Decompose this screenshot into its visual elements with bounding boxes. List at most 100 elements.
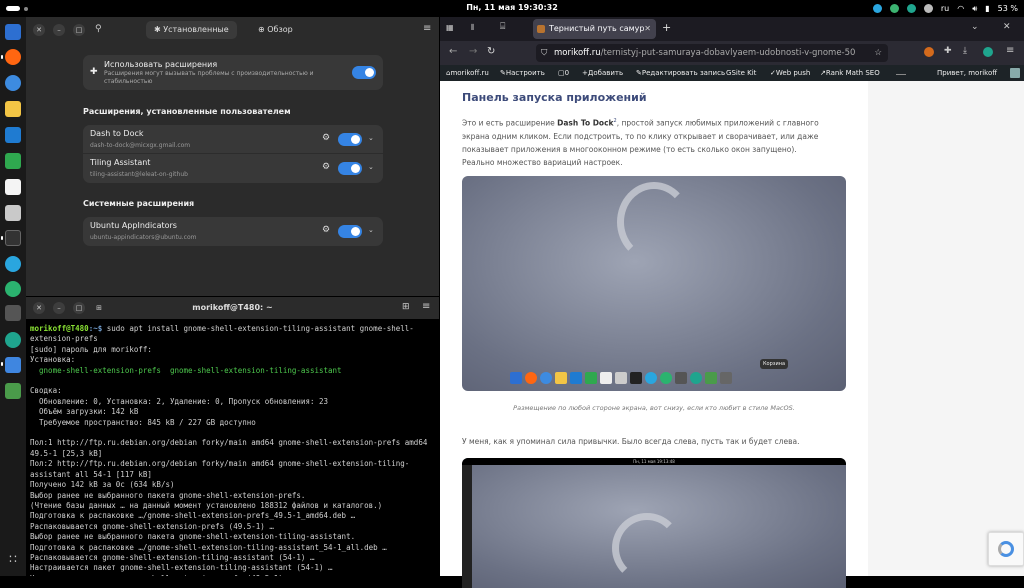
wp-edit-post[interactable]: ✎ Редактировать запись bbox=[636, 65, 725, 81]
firefox-window: ▦ ⫴ ⌸ Тернистый путь самур ✕ + ⌄ ✕ ← → ↻ … bbox=[440, 17, 1024, 588]
chromium-icon[interactable] bbox=[5, 75, 21, 91]
new-tab-button[interactable]: + bbox=[662, 21, 671, 34]
app-icon[interactable] bbox=[5, 332, 21, 348]
extensions-headerbar: ✕ – □ ⚲ ✱ Установленные ⊕ Обзор ≡ bbox=[26, 17, 439, 43]
extension-toggle[interactable] bbox=[338, 225, 362, 238]
calculator-icon[interactable] bbox=[5, 205, 21, 221]
extension-id: dash-to-dock@micxgx.gmail.com bbox=[90, 142, 191, 149]
battery-icon[interactable]: ▮ bbox=[985, 4, 989, 13]
wp-add-new[interactable]: + Добавить bbox=[582, 65, 623, 81]
debian-swirl bbox=[612, 513, 682, 583]
search-icon[interactable]: ⚲ bbox=[95, 24, 102, 34]
debian-swirl bbox=[617, 182, 691, 262]
firefox-icon[interactable] bbox=[5, 49, 21, 65]
chevron-down-icon[interactable]: ⌄ bbox=[368, 134, 374, 142]
clock[interactable]: Пн, 11 мая 19:30:32 bbox=[0, 3, 1024, 12]
extensions-icon[interactable]: ⌸ bbox=[500, 22, 505, 32]
chevron-down-icon[interactable]: ⌄ bbox=[368, 163, 374, 171]
terminal-text: [sudo] пароль для morikoff: Установка: bbox=[30, 344, 152, 365]
use-extensions-subtitle: Расширения могут вызывать проблемы с про… bbox=[104, 70, 314, 85]
tabs-dropdown-icon[interactable]: ⌄ bbox=[971, 22, 979, 32]
tiling-icon[interactable] bbox=[5, 305, 21, 321]
url-bar[interactable]: ⛉ morikoff.ru/ternistyj-put-samuraya-doba… bbox=[536, 44, 888, 62]
tooltip: Корзина bbox=[760, 359, 789, 369]
menu-icon[interactable]: ≡ bbox=[422, 301, 430, 312]
mail-icon[interactable] bbox=[5, 101, 21, 117]
wp-avatar[interactable] bbox=[1010, 68, 1020, 78]
chevron-down-icon[interactable]: ⌄ bbox=[368, 226, 374, 234]
extension-toggle[interactable] bbox=[338, 133, 362, 146]
maximize-button[interactable]: □ bbox=[73, 24, 85, 36]
lang-indicator[interactable]: ru bbox=[941, 4, 949, 13]
recaptcha-badge[interactable] bbox=[988, 532, 1024, 566]
calc-icon[interactable] bbox=[5, 153, 21, 169]
wp-sitekit[interactable]: G Site Kit bbox=[726, 65, 756, 81]
article-heading: Панель запуска приложений bbox=[462, 91, 647, 104]
profile-icon[interactable] bbox=[924, 47, 934, 57]
bookmark-star-icon[interactable]: ☆ bbox=[871, 44, 882, 62]
telegram-dock-icon[interactable] bbox=[5, 256, 21, 272]
system-tray[interactable]: ru ◠ 🔊︎ ▮ 53 % bbox=[872, 2, 1018, 15]
article: Панель запуска приложений Это и есть рас… bbox=[440, 81, 868, 588]
extension-row[interactable]: Dash to Dock dash-to-dock@micxgx.gmail.c… bbox=[83, 125, 383, 154]
extension-row[interactable]: Tiling Assistant tiling-assistant@leleat… bbox=[83, 154, 383, 183]
writer-icon[interactable] bbox=[5, 127, 21, 143]
browser-tab[interactable]: Тернистый путь самур ✕ bbox=[533, 19, 656, 39]
text-editor-icon[interactable] bbox=[5, 179, 21, 195]
terminal-icon[interactable] bbox=[5, 230, 21, 246]
mock-side-dock bbox=[462, 465, 472, 588]
sync-icon[interactable] bbox=[889, 4, 899, 13]
terminal-path: :~$ bbox=[88, 324, 103, 333]
extension-puzzle-icon[interactable]: ✚ bbox=[944, 46, 952, 56]
extension-toggle[interactable] bbox=[338, 162, 362, 175]
system-extensions-heading: Системные расширения bbox=[83, 199, 195, 208]
use-extensions-toggle[interactable] bbox=[352, 66, 376, 79]
screenshot-image-2: Пн, 11 мая 19:13:48 bbox=[462, 458, 846, 588]
wp-customize[interactable]: ✎ Настроить bbox=[500, 65, 545, 81]
wp-site-link[interactable]: ⌂ morikoff.ru bbox=[446, 65, 489, 81]
terminal-output[interactable]: morikoff@T480:~$ sudo apt install gnome-… bbox=[26, 319, 439, 576]
wp-admin-bar: ⌂ morikoff.ru ✎ Настроить ▢ 0 + Добавить… bbox=[440, 65, 1024, 81]
files-icon[interactable] bbox=[5, 24, 21, 40]
close-tab-icon[interactable]: ✕ bbox=[644, 19, 651, 39]
minimize-button[interactable]: – bbox=[53, 24, 65, 36]
shield-icon: ⛉ bbox=[541, 48, 548, 58]
close-button[interactable]: ✕ bbox=[33, 24, 45, 36]
tab-installed[interactable]: ✱ Установленные bbox=[146, 21, 237, 39]
screenshot-image: Корзина bbox=[462, 176, 846, 391]
extension-name: Tiling Assistant bbox=[90, 158, 151, 167]
sync-dock-icon[interactable] bbox=[5, 281, 21, 297]
clipboard-icon[interactable] bbox=[923, 4, 933, 13]
page-sidebar bbox=[868, 81, 1024, 576]
app-grid-icon[interactable]: ∷ bbox=[5, 552, 21, 568]
navigation-bar: ← → ↻ ⛉ morikoff.ru/ternistyj-put-samuray… bbox=[440, 41, 1024, 65]
sidebar-icon[interactable]: ⫴ bbox=[471, 23, 474, 33]
wp-webpush[interactable]: ✓ Web push bbox=[770, 65, 810, 81]
volume-icon[interactable]: 🔊︎ bbox=[972, 4, 977, 14]
wp-stats-bar[interactable] bbox=[896, 65, 906, 75]
menu-icon[interactable]: ≡ bbox=[1006, 45, 1014, 56]
settings-gear-icon[interactable]: ⚙ bbox=[322, 162, 330, 172]
close-window-button[interactable]: ✕ bbox=[1003, 22, 1011, 32]
trash-icon[interactable] bbox=[5, 383, 21, 399]
reload-button[interactable]: ↻ bbox=[487, 46, 495, 57]
terminal-packages: gnome-shell-extension-prefs gnome-shell-… bbox=[30, 365, 342, 375]
settings-gear-icon[interactable]: ⚙ bbox=[322, 133, 330, 143]
layout-icon[interactable]: ⊞ bbox=[402, 302, 410, 312]
menu-icon[interactable]: ≡ bbox=[423, 23, 431, 34]
telegram-icon[interactable] bbox=[872, 4, 882, 13]
extension-row[interactable]: Ubuntu AppIndicators ubuntu-appindicator… bbox=[83, 217, 383, 246]
settings-gear-icon[interactable]: ⚙ bbox=[322, 225, 330, 235]
extensions-icon[interactable] bbox=[5, 357, 21, 373]
wp-comments[interactable]: ▢ 0 bbox=[558, 65, 569, 81]
download-icon[interactable]: ⤓ bbox=[963, 46, 967, 56]
app-indicator-icon[interactable] bbox=[906, 4, 916, 13]
account-icon[interactable] bbox=[983, 47, 993, 57]
wp-rankmath[interactable]: ↗ Rank Math SEO bbox=[820, 65, 880, 81]
tab-browse[interactable]: ⊕ Обзор bbox=[250, 21, 301, 39]
wifi-icon[interactable]: ◠ bbox=[957, 4, 964, 13]
back-button[interactable]: ← bbox=[449, 46, 457, 57]
list-tabs-icon[interactable]: ▦ bbox=[446, 23, 454, 32]
extensions-window: ✕ – □ ⚲ ✱ Установленные ⊕ Обзор ≡ ✚ Испо… bbox=[26, 17, 439, 296]
forward-button[interactable]: → bbox=[469, 46, 477, 57]
